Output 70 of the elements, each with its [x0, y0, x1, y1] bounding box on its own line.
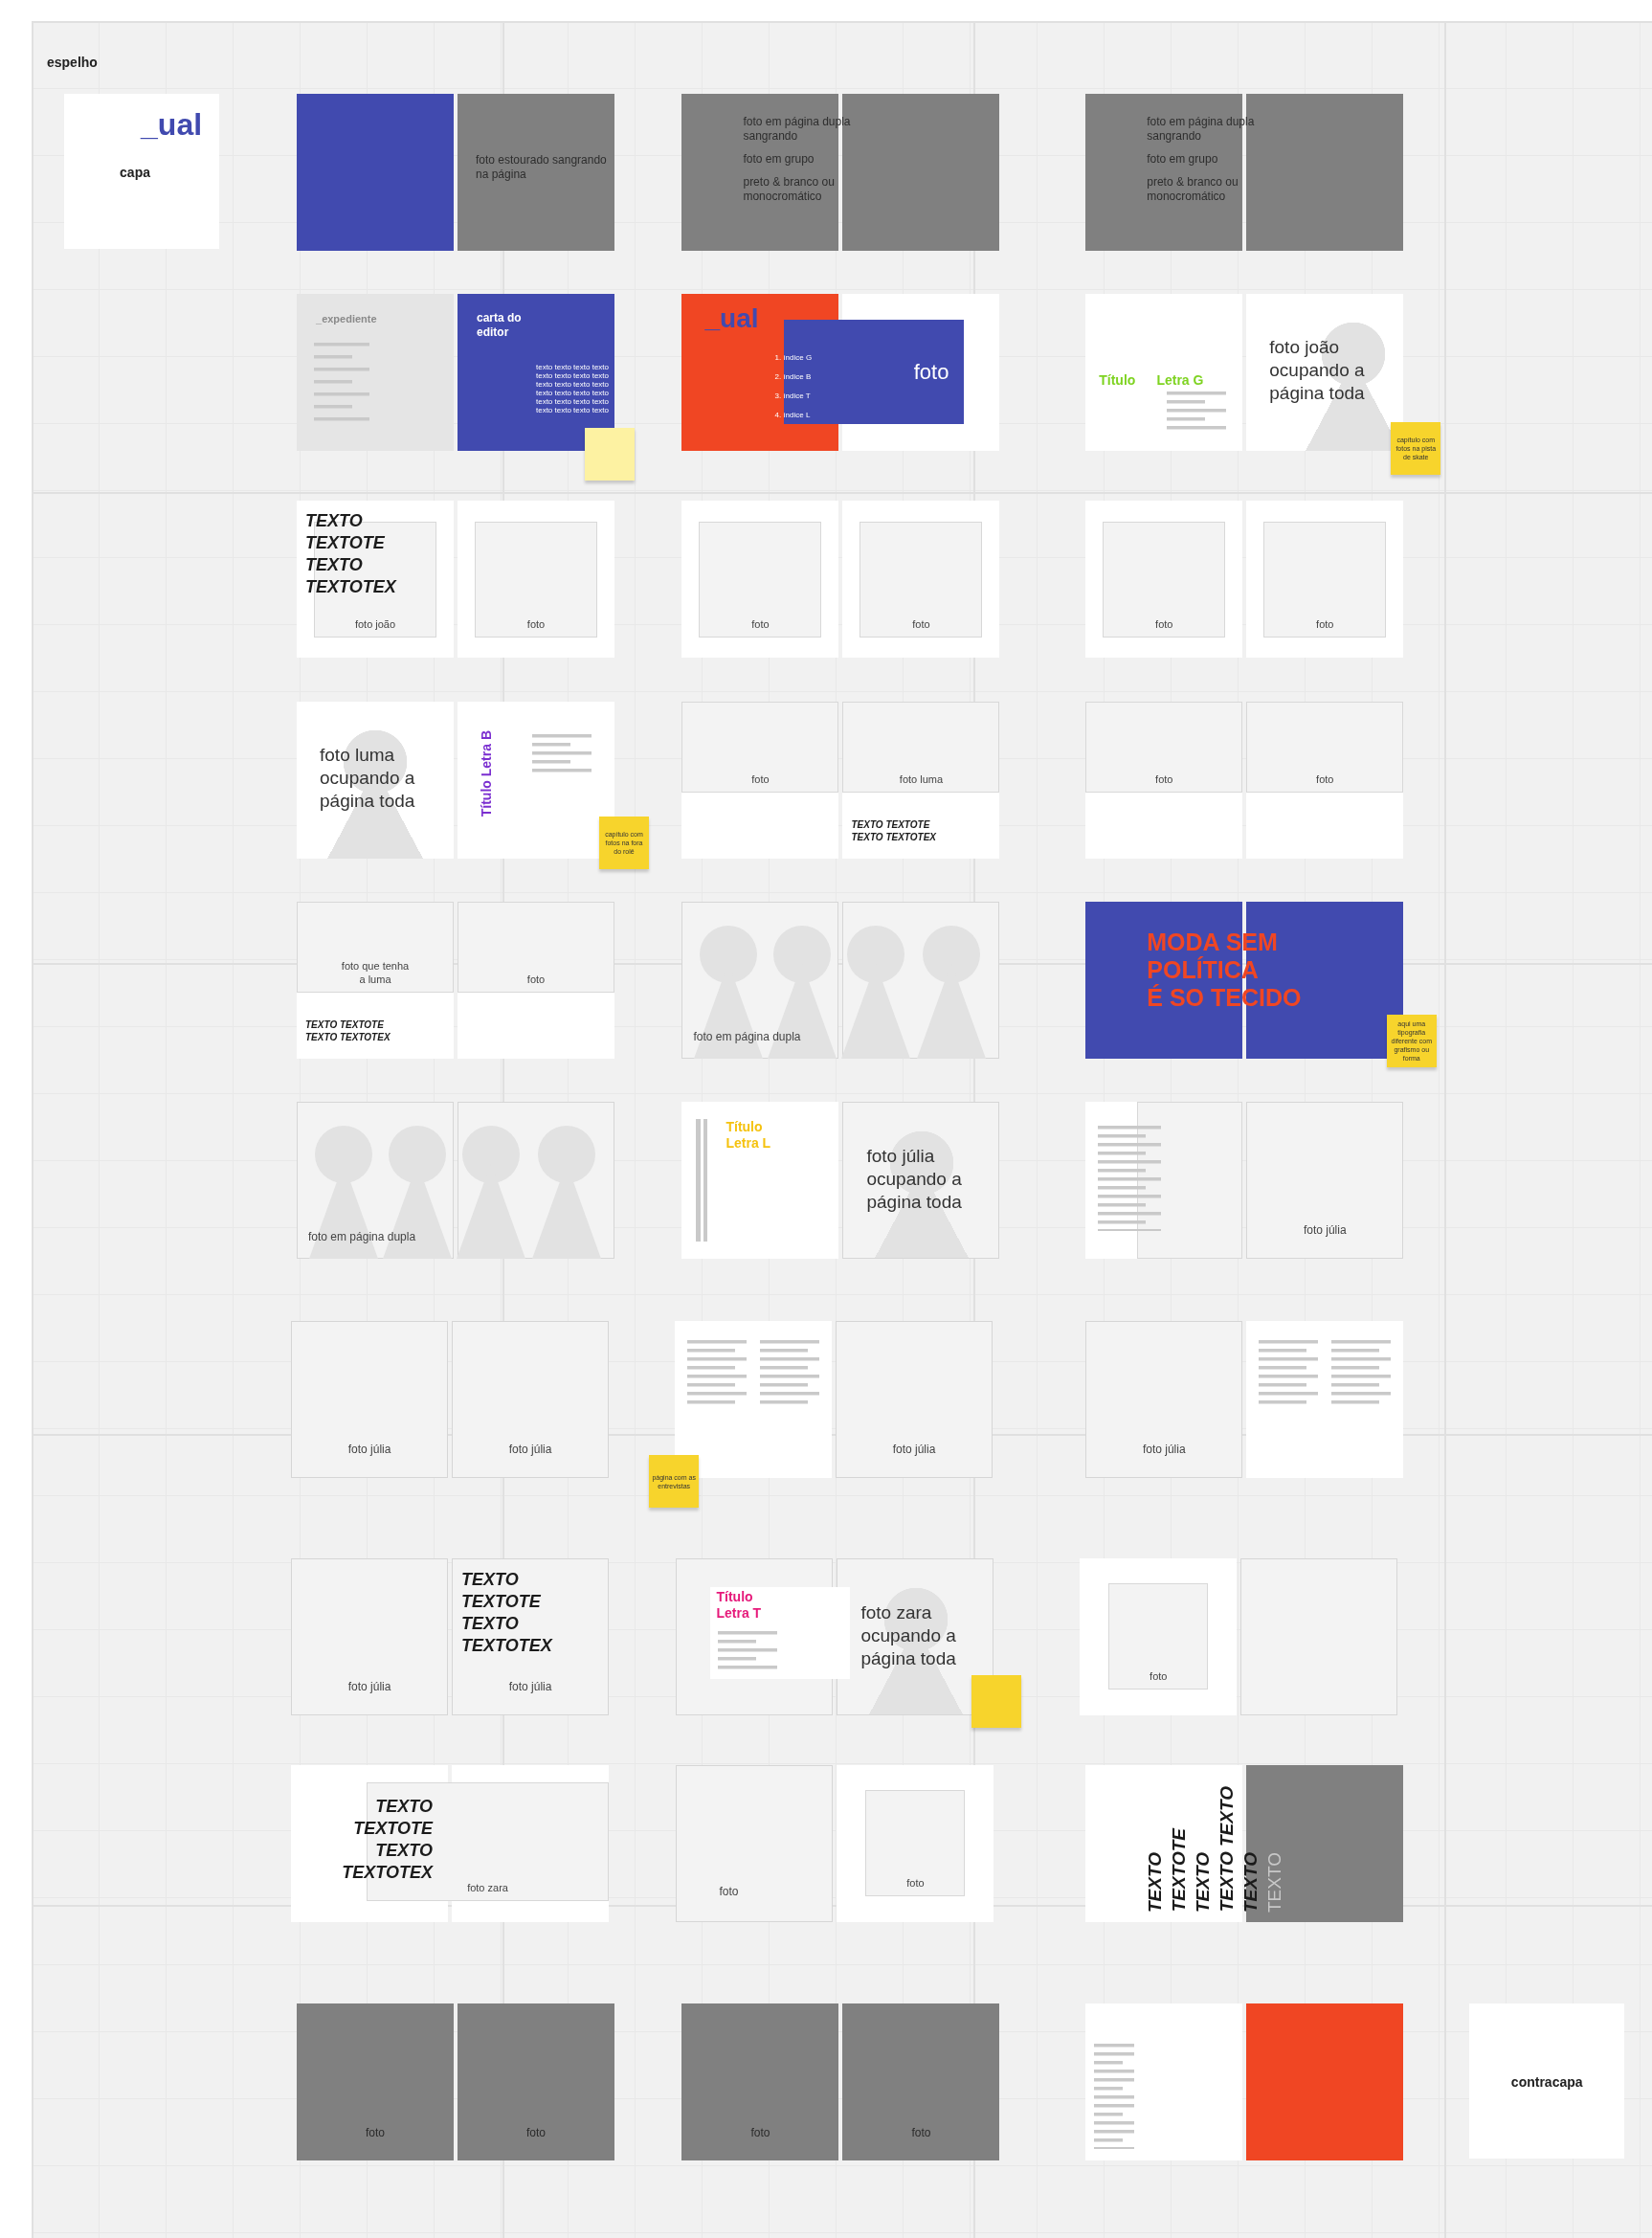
title-text: Letra G: [1156, 372, 1204, 390]
caption: foto que tenha a luma: [340, 959, 411, 986]
caption: foto: [719, 1883, 739, 1900]
caption: foto: [912, 617, 930, 632]
index-item: 4. índice L: [774, 411, 812, 420]
caption: foto: [1155, 772, 1173, 787]
caption: foto joão: [354, 617, 396, 632]
caption: foto: [1316, 617, 1334, 632]
vertical-text: TEXTO TEXTO: [1217, 1786, 1238, 1913]
caption: foto júlia: [1142, 1442, 1186, 1459]
index-item: 1. índice G: [774, 353, 813, 363]
heading-text: carta do editor: [477, 311, 522, 341]
caption: foto: [906, 1875, 925, 1890]
index-item: 3. índice T: [774, 392, 812, 401]
logo-text: _ual: [704, 305, 759, 333]
caption: foto júlia: [508, 1442, 552, 1459]
note-text: foto estourado sangrando na página: [476, 153, 608, 183]
vertical-text: TEXTO: [1145, 1851, 1166, 1913]
caption: foto: [1150, 1668, 1168, 1683]
caption: foto: [526, 2124, 546, 2141]
caption: foto: [751, 772, 770, 787]
text-lines-drawing: [718, 1630, 778, 1669]
caption: foto: [526, 973, 546, 986]
caption: foto júlia: [508, 1678, 552, 1695]
title-text: Título Letra L: [726, 1118, 771, 1152]
note-text: preto & branco ou monocromático: [743, 175, 836, 205]
text-lines-drawing: [1167, 392, 1227, 431]
caption: foto júlia: [347, 1442, 391, 1459]
section-label: _expediente: [316, 312, 377, 327]
caption: foto: [526, 617, 546, 632]
board-label: espelho: [47, 54, 98, 72]
display-text: TEXTO TEXTOTE TEXTO TEXTOTEX: [305, 1018, 391, 1043]
caption: foto zara: [467, 1880, 508, 1894]
note-text: preto & branco ou monocromático: [1147, 175, 1239, 205]
caption: foto júlia: [892, 1442, 936, 1459]
title-text: Título: [1099, 372, 1136, 390]
caption: foto: [1155, 617, 1173, 632]
vertical-text: TEXTO: [1240, 1851, 1261, 1913]
vertical-text: TEXTOTE: [1169, 1828, 1190, 1913]
note-text: foto em grupo: [1147, 152, 1219, 168]
page-label: capa: [120, 164, 150, 183]
display-text: TEXTO TEXTOTE TEXTO TEXTOTEX: [851, 818, 936, 844]
caption: foto: [911, 2124, 931, 2141]
photo-description: foto júlia ocupando a página toda: [866, 1144, 963, 1214]
display-text: TEXTO TEXTOTE TEXTO TEXTOTEX: [461, 1568, 552, 1657]
logo-text: _ual: [141, 109, 203, 141]
vertical-text: TEXTO: [1264, 1851, 1285, 1913]
title-text: Título Letra T: [716, 1588, 762, 1622]
caption: foto: [366, 2124, 385, 2141]
caption: foto júlia: [347, 1678, 391, 1695]
caption: foto em página dupla: [308, 1228, 416, 1245]
page-label: contracapa: [1510, 2072, 1583, 2092]
caption: foto: [751, 617, 770, 632]
caption: foto luma: [899, 772, 944, 787]
photo-description: foto zara ocupando a página toda: [860, 1600, 957, 1670]
display-text: TEXTO TEXTOTE TEXTO TEXTOTEX: [305, 510, 396, 599]
text-lines-drawing: [532, 734, 592, 773]
photo-description: foto joão ocupando a página toda: [1269, 336, 1366, 406]
filler-text: texto texto texto texto texto texto texto texto texto texto texto texto texto texto texto texto texto texto texto texto texto texto texto texto: [535, 363, 609, 415]
caption: foto: [750, 2124, 770, 2141]
caption: foto: [913, 359, 949, 387]
caption: foto júlia: [1303, 1221, 1347, 1239]
vertical-text: TEXTO: [1193, 1851, 1214, 1913]
display-text: TEXTO TEXTOTE TEXTO TEXTOTEX: [342, 1795, 434, 1884]
note-text: foto em grupo: [743, 152, 815, 168]
title-text: Título Letra B: [479, 730, 495, 817]
caption: foto: [1316, 772, 1334, 787]
index-item: 2. índice B: [774, 372, 813, 382]
caption: foto em página dupla: [693, 1029, 801, 1045]
photo-description: foto luma ocupando a página toda: [320, 744, 416, 814]
